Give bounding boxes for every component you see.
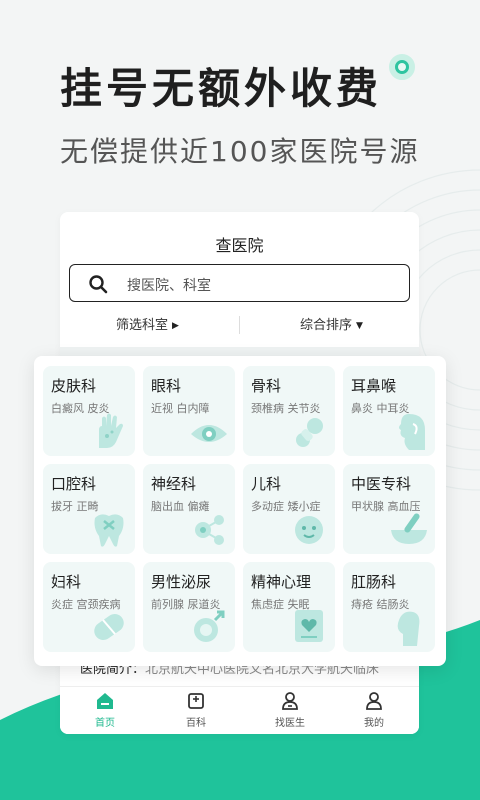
department-grid: 皮肤科 白癜风 皮炎 眼科 近视 白内障 骨科 颈椎病 关节炎 耳鼻喉 鼻炎 中…: [34, 356, 446, 666]
tab-label: 首页: [95, 718, 115, 729]
bone-icon: [296, 418, 323, 447]
neuron-icon: [195, 515, 224, 545]
tab-label: 百科: [186, 718, 206, 729]
department-anorectal[interactable]: 肛肠科 痔疮 结肠炎: [343, 562, 435, 652]
tab-label: 找医生: [275, 718, 305, 729]
department-name: 神经科: [151, 475, 197, 493]
department-name: 精神心理: [251, 573, 312, 591]
department-name: 眼科: [151, 377, 182, 395]
department-name: 妇科: [51, 573, 82, 591]
department-name: 中医专科: [351, 475, 412, 493]
search-input[interactable]: 搜医院、科室: [69, 264, 410, 302]
department-name: 肛肠科: [351, 573, 397, 591]
department-urology[interactable]: 男性泌尿 前列腺 尿道炎: [143, 562, 235, 652]
department-dental[interactable]: 口腔科 拔牙 正畸: [43, 464, 135, 554]
subheadline: 无偿提供近100家医院号源: [60, 135, 420, 168]
department-name: 男性泌尿: [151, 573, 212, 591]
filter-bar: 筛选科室 ▶ 综合排序 ▼: [60, 314, 419, 336]
tab-label: 我的: [364, 718, 384, 729]
page-title: 查医院: [215, 236, 264, 255]
department-neurology[interactable]: 神经科 脑出血 偏瘫: [143, 464, 235, 554]
department-ophthalmology[interactable]: 眼科 近视 白内障: [143, 366, 235, 456]
department-tcm[interactable]: 中医专科 甲状腺 高血压: [343, 464, 435, 554]
eye-icon: [191, 425, 227, 442]
mortar-icon: [391, 513, 427, 544]
triangle-right-icon: ▶: [172, 321, 179, 331]
doctor-icon: [282, 692, 298, 710]
department-name: 口腔科: [51, 475, 97, 493]
department-name: 儿科: [251, 475, 282, 493]
bottom-tab-bar: 首页 百科 找医生 我的: [60, 686, 419, 734]
department-pediatrics[interactable]: 儿科 多动症 矮小症: [243, 464, 335, 554]
department-psychology[interactable]: 精神心理 焦虑症 失眠: [243, 562, 335, 652]
headline: 挂号无额外收费: [60, 64, 383, 113]
head-profile-icon: [397, 611, 420, 646]
triangle-down-icon: ▼: [356, 321, 363, 331]
search-placeholder: 搜医院、科室: [127, 278, 211, 294]
decorative-dot-icon: [389, 54, 415, 80]
tab-profile[interactable]: 我的: [344, 691, 404, 729]
male-icon: [194, 610, 225, 642]
sort-label: 综合排序: [300, 318, 353, 333]
department-name: 耳鼻喉: [351, 377, 397, 395]
book-icon: [188, 693, 204, 709]
filter-divider: [239, 316, 240, 334]
search-icon: [89, 275, 108, 294]
pill-icon: [94, 613, 124, 641]
department-name: 皮肤科: [51, 377, 97, 395]
user-icon: [366, 692, 382, 710]
tab-home[interactable]: 首页: [75, 691, 135, 729]
tab-encyclopedia[interactable]: 百科: [166, 691, 226, 729]
department-dermatology[interactable]: 皮肤科 白癜风 皮炎: [43, 366, 135, 456]
ear-icon: [399, 414, 425, 450]
home-icon: [97, 693, 113, 709]
hand-icon: [99, 413, 123, 448]
department-orthopedics[interactable]: 骨科 颈椎病 关节炎: [243, 366, 335, 456]
department-ent[interactable]: 耳鼻喉 鼻炎 中耳炎: [343, 366, 435, 456]
heart-book-icon: [295, 610, 323, 642]
tab-find-doctor[interactable]: 找医生: [260, 691, 320, 729]
baby-icon: [295, 516, 323, 544]
department-name: 骨科: [251, 377, 282, 395]
tooth-icon: [94, 514, 124, 547]
department-filter-label: 筛选科室: [116, 318, 169, 333]
department-filter[interactable]: 筛选科室 ▶: [116, 314, 179, 333]
sort-dropdown[interactable]: 综合排序 ▼: [300, 314, 363, 333]
department-gynecology[interactable]: 妇科 炎症 宫颈疾病: [43, 562, 135, 652]
